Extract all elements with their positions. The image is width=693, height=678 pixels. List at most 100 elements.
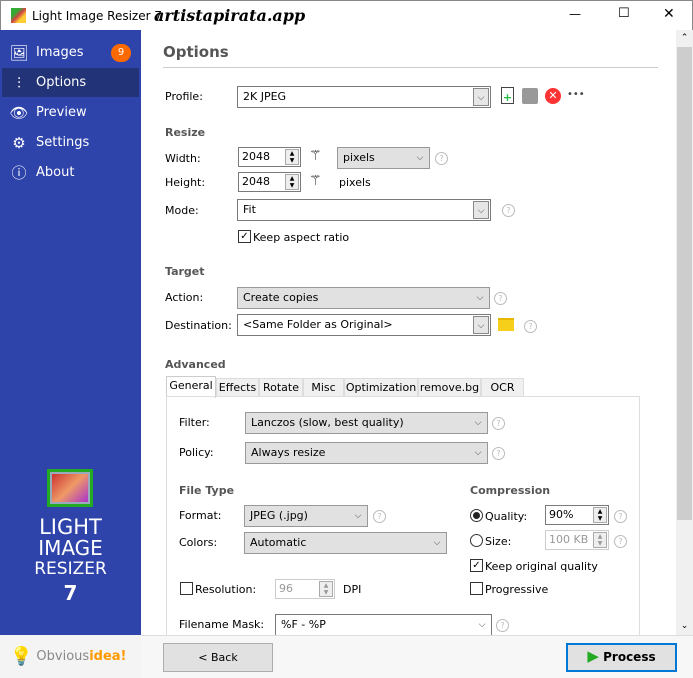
progressive-checkbox[interactable]	[470, 582, 483, 595]
help-icon[interactable]: ?	[614, 535, 627, 548]
tab-ocr[interactable]: OCR	[481, 378, 524, 397]
help-icon[interactable]: ?	[492, 447, 505, 460]
chevron-down-icon: ⌵	[433, 538, 441, 548]
help-icon[interactable]: ?	[494, 292, 507, 305]
magic-wand-icon[interactable]: ⚚	[309, 173, 322, 189]
size-input[interactable]: 100 KB ▲ ▼	[545, 530, 609, 550]
chevron-down-icon: ⌵	[474, 418, 482, 428]
width-input[interactable]: 2048 ▲ ▼	[238, 147, 301, 167]
profile-select[interactable]: 2K JPEG ⌵	[237, 86, 491, 108]
size-radio[interactable]	[470, 534, 483, 547]
compression-heading: Compression	[470, 484, 551, 497]
resolution-checkbox[interactable]	[180, 582, 193, 595]
help-icon[interactable]: ?	[524, 320, 537, 333]
info-icon: ⓘ	[11, 164, 27, 182]
sidebar: 🖼 Images 9 ⫶ Options 👁 Preview ⚙ Settings ⓘ Ab…	[0, 30, 141, 635]
keep-aspect-label: Keep aspect ratio	[253, 231, 350, 244]
scrollbar-thumb[interactable]	[677, 47, 692, 520]
height-unit-label: pixels	[339, 176, 371, 189]
sidebar-item-images[interactable]: 🖼 Images 9	[2, 38, 139, 67]
height-stepper[interactable]: ▲ ▼	[285, 174, 299, 190]
size-stepper[interactable]: ▲ ▼	[593, 532, 607, 548]
quality-radio[interactable]	[470, 509, 483, 522]
width-label: Width:	[165, 152, 201, 165]
tab-optimization[interactable]: Optimization	[344, 378, 418, 397]
keep-aspect-checkbox[interactable]: ✓	[238, 230, 251, 243]
magic-wand-icon[interactable]: ⚚	[309, 148, 322, 164]
keep-quality-checkbox[interactable]: ✓	[470, 559, 483, 572]
filter-select[interactable]: Lanczos (slow, best quality) ⌵	[245, 412, 488, 434]
quality-input[interactable]: 90% ▲ ▼	[545, 505, 609, 525]
filter-label: Filter:	[179, 416, 210, 429]
scroll-up-icon[interactable]: ⌃	[676, 30, 693, 47]
policy-label: Policy:	[179, 446, 214, 459]
format-select[interactable]: JPEG (.jpg) ⌵	[244, 505, 368, 527]
folder-icon[interactable]	[498, 318, 514, 331]
mode-select[interactable]: Fit ⌵	[237, 199, 491, 221]
more-options-icon[interactable]: •••	[567, 89, 585, 100]
close-button[interactable]: ✕	[663, 6, 675, 22]
colors-select[interactable]: Automatic ⌵	[244, 532, 447, 554]
resolution-input[interactable]: 96 ▲ ▼	[275, 579, 335, 599]
lightbulb-icon: 💡	[10, 646, 33, 667]
scroll-down-icon[interactable]: ⌄	[676, 618, 693, 635]
chevron-down-icon: ⌵	[416, 153, 424, 163]
tab-rotate[interactable]: Rotate	[259, 378, 303, 397]
sidebar-item-options[interactable]: ⫶ Options	[2, 68, 139, 97]
resize-heading: Resize	[165, 126, 206, 139]
vertical-scrollbar[interactable]: ⌃ ⌄	[676, 30, 693, 635]
chevron-down-icon: ⌵	[478, 620, 486, 630]
help-icon[interactable]: ?	[373, 510, 386, 523]
back-button[interactable]: < Back	[163, 643, 273, 672]
height-input[interactable]: 2048 ▲ ▼	[238, 172, 301, 192]
help-icon[interactable]: ?	[614, 510, 627, 523]
watermark: artistapirata.app	[154, 6, 306, 25]
destination-select[interactable]: <Same Folder as Original> ⌵	[237, 314, 491, 336]
minimize-button[interactable]: —	[569, 7, 581, 21]
tab-remove-bg[interactable]: remove.bg	[418, 378, 481, 397]
delete-profile-icon[interactable]: ✕	[545, 88, 561, 104]
window-title: Light Image Resizer 7	[32, 9, 162, 23]
unit-select[interactable]: pixels ⌵	[337, 147, 430, 169]
format-label: Format:	[179, 509, 222, 522]
play-icon: ▶	[587, 647, 599, 665]
filename-mask-select[interactable]: %F - %P ⌵	[275, 614, 492, 636]
brand-footer: 💡 Obvious idea!	[0, 635, 141, 678]
help-icon[interactable]: ?	[502, 204, 515, 217]
maximize-button[interactable]: ☐	[618, 6, 630, 21]
product-logo: LIGHT IMAGE RESIZER 7	[34, 515, 107, 605]
title-divider	[163, 67, 658, 68]
resolution-stepper[interactable]: ▲ ▼	[319, 581, 333, 597]
help-icon[interactable]: ?	[492, 417, 505, 430]
chevron-down-icon: ⌵	[354, 511, 362, 521]
sidebar-item-preview[interactable]: 👁 Preview	[2, 98, 139, 127]
policy-select[interactable]: Always resize ⌵	[245, 442, 488, 464]
chevron-down-icon: ⌵	[474, 448, 482, 458]
filename-mask-label: Filename Mask:	[179, 618, 265, 631]
colors-label: Colors:	[179, 536, 218, 549]
gear-icon: ⚙	[12, 133, 26, 152]
width-stepper[interactable]: ▲ ▼	[285, 149, 299, 165]
app-icon	[11, 8, 26, 23]
new-profile-icon[interactable]: +	[501, 87, 514, 104]
sidebar-item-about[interactable]: ⓘ About	[2, 158, 139, 187]
profile-label: Profile:	[165, 90, 203, 103]
quality-stepper[interactable]: ▲ ▼	[593, 507, 607, 523]
chevron-down-icon: ⌵	[476, 293, 484, 303]
chevron-down-icon: ⌵	[473, 201, 489, 219]
images-icon: 🖼	[9, 43, 29, 62]
page-title: Options	[163, 43, 229, 61]
process-button[interactable]: ▶ Process	[566, 643, 677, 672]
help-icon[interactable]: ?	[435, 152, 448, 165]
sidebar-item-settings[interactable]: ⚙ Settings	[2, 128, 139, 157]
target-heading: Target	[165, 265, 205, 278]
tab-misc[interactable]: Misc	[303, 378, 344, 397]
save-profile-icon[interactable]	[522, 88, 538, 104]
mode-label: Mode:	[165, 204, 199, 217]
file-type-heading: File Type	[179, 484, 235, 497]
help-icon[interactable]: ?	[496, 619, 509, 632]
tab-effects[interactable]: Effects	[216, 378, 259, 397]
advanced-heading: Advanced	[165, 358, 226, 371]
action-select[interactable]: Create copies ⌵	[237, 287, 490, 309]
tab-general[interactable]: General	[166, 376, 216, 398]
